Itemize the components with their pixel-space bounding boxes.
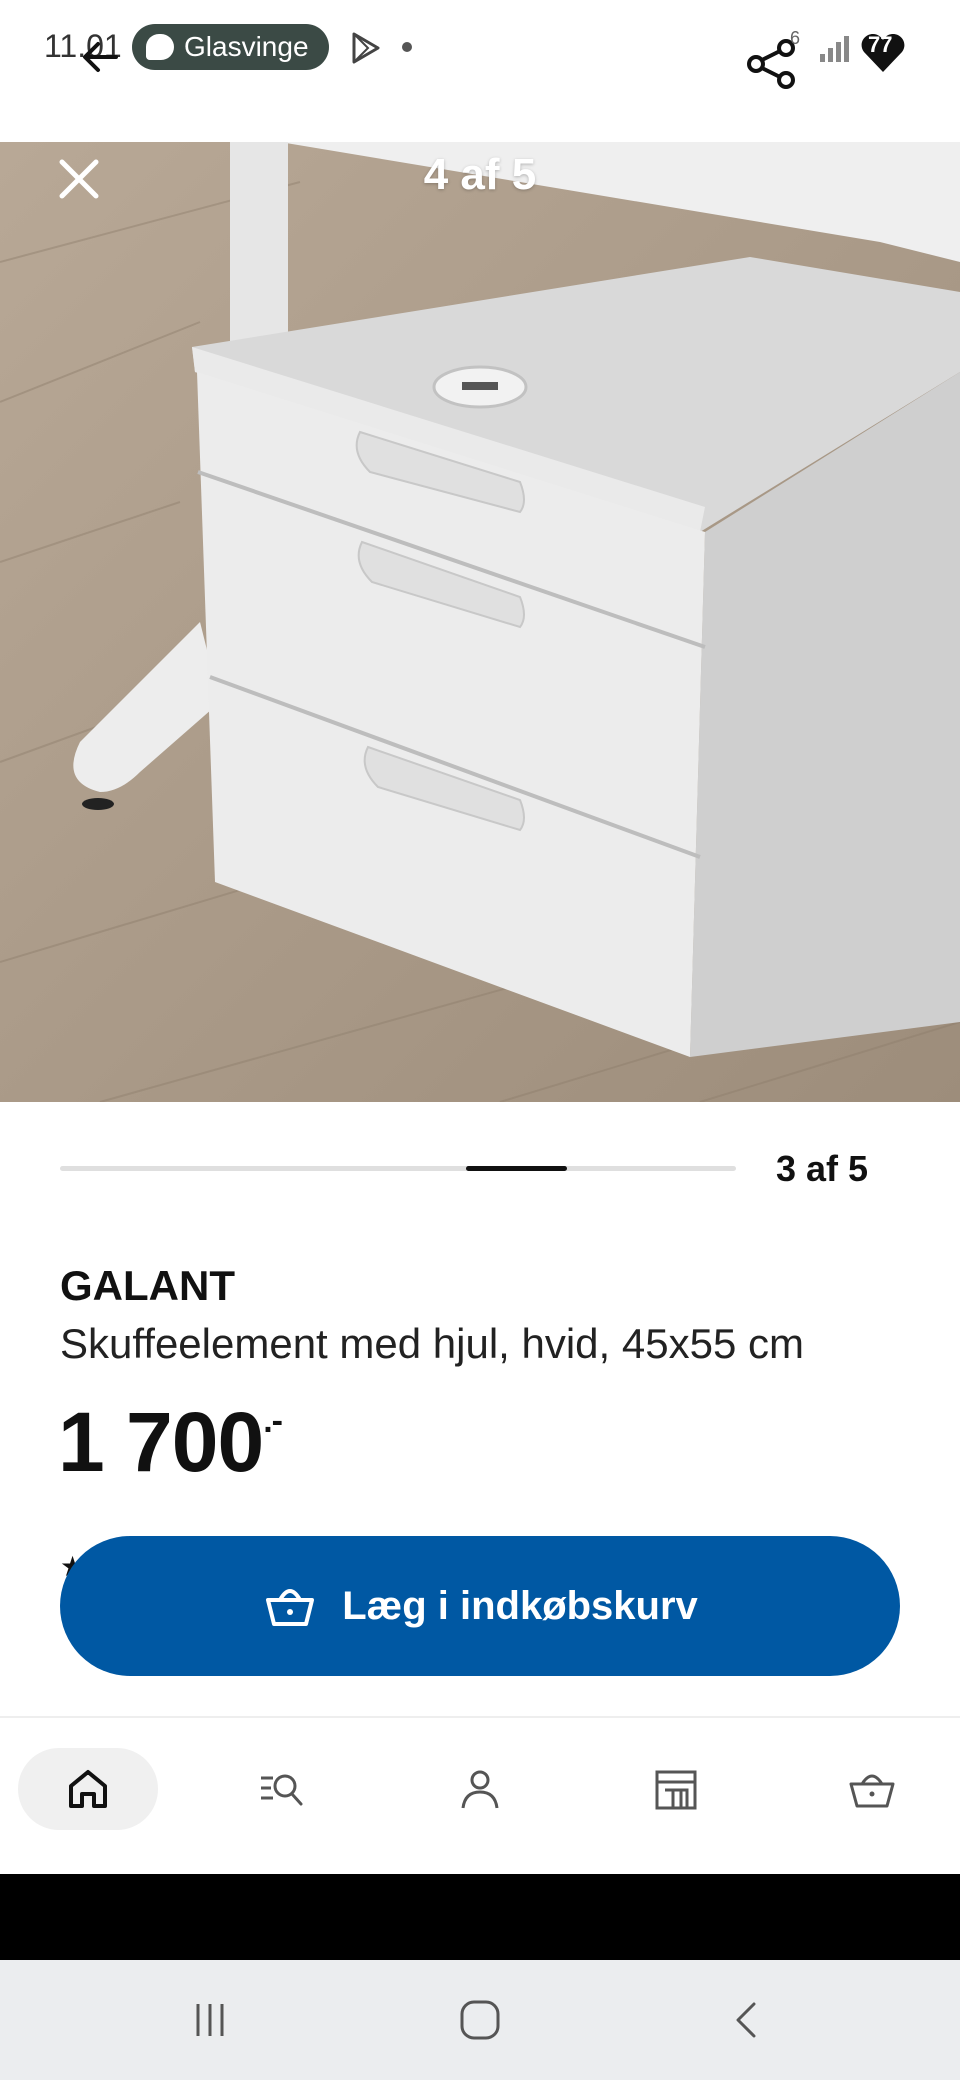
search-list-icon [261, 1774, 303, 1806]
system-navigation-bar [0, 1960, 960, 2080]
nav-basket[interactable] [802, 1748, 942, 1830]
status-bar: 11.01 Glasvinge 6 77 [0, 0, 960, 142]
home-system-button[interactable] [448, 1988, 512, 2052]
product-image-gallery[interactable] [0, 142, 960, 1102]
bottom-navigation [0, 1716, 960, 1874]
play-store-icon [352, 32, 380, 64]
recent-apps-icon [196, 2004, 224, 2036]
back-system-button[interactable] [716, 1988, 780, 2052]
store-icon [655, 1770, 697, 1810]
price-value: 1 700 [58, 1395, 264, 1489]
basket-icon [266, 1589, 315, 1626]
profile-icon [461, 1770, 499, 1809]
add-to-cart-label: Læg i indkøbskurv [342, 1583, 698, 1628]
product-description: Skuffeelement med hjul, hvid, 45x55 cm [60, 1320, 804, 1367]
nav-search[interactable] [212, 1748, 352, 1830]
nav-profile[interactable] [410, 1748, 550, 1830]
notification-label: Glasvinge [184, 31, 309, 62]
product-price: 1 700.- [58, 1394, 283, 1491]
gallery-counter-top: 4 af 5 [423, 150, 537, 199]
back-system-icon [736, 2002, 756, 2038]
back-arrow-icon[interactable] [76, 32, 126, 82]
notification-pill: Glasvinge [132, 24, 329, 70]
system-divider-bar [0, 1874, 960, 1960]
nav-store[interactable] [606, 1748, 746, 1830]
data-indicator: 6 [790, 28, 801, 48]
add-to-cart-button[interactable]: Læg i indkøbskurv [60, 1536, 900, 1676]
more-notifications-dot [402, 42, 412, 52]
chat-bubble-icon [146, 34, 174, 60]
gallery-progress-track [60, 1166, 736, 1171]
product-brand: GALANT [60, 1262, 235, 1309]
favorites-count-badge: 77 [868, 32, 893, 57]
gallery-counter-bottom: 3 af 5 [776, 1148, 869, 1189]
recent-apps-button[interactable] [178, 1988, 242, 2052]
nav-home[interactable] [18, 1748, 158, 1830]
home-icon [69, 1770, 107, 1808]
product-image [0, 142, 960, 1102]
signal-bars-icon [820, 36, 850, 62]
price-suffix: .- [263, 1402, 283, 1440]
home-system-icon [460, 2000, 500, 2040]
basket-nav-icon [849, 1774, 895, 1808]
gallery-progress-fill [465, 1166, 567, 1171]
